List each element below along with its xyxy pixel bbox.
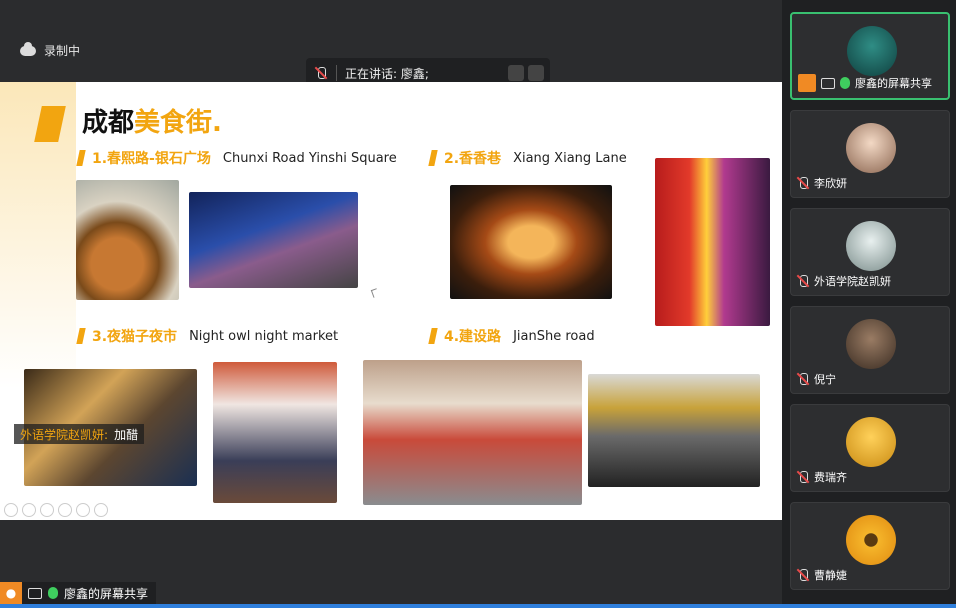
section-en: Chunxi Road Yinshi Square	[222, 150, 397, 166]
street-vendor-photo	[213, 362, 337, 503]
top-bar: 录制中 正在讲话: 廖鑫;	[0, 0, 782, 88]
section-2-heading: 2.香香巷 Xiang Xiang Lane	[428, 148, 627, 168]
share-tag-label: 廖鑫的屏幕共享	[64, 586, 149, 601]
annotation-action: 加醋	[114, 427, 139, 442]
participant-tile[interactable]: 倪宁	[790, 306, 950, 394]
divider	[336, 65, 337, 81]
mouse-cursor-icon	[370, 288, 380, 298]
section-cn: 4.建设路	[444, 329, 502, 345]
screen-share-icon	[821, 77, 835, 89]
annotation-label: 外语学院赵凯妍: 加醋	[14, 424, 145, 444]
participant-name: 曹静婕	[814, 569, 847, 582]
section-cn: 2.香香巷	[444, 151, 502, 167]
mic-active-icon	[48, 587, 58, 599]
mic-muted-icon	[797, 275, 809, 287]
title-main: 成都	[82, 108, 135, 138]
section-3-heading: 3.夜猫子夜市 Night owl night market	[76, 326, 339, 346]
mic-muted-icon	[797, 471, 809, 483]
section-marker	[76, 328, 86, 344]
shared-slide: 成都美食街. 1.春熙路-银石广场 Chunxi Road Yinshi Squ…	[0, 82, 782, 520]
jianshe-road-crossing-photo	[363, 360, 582, 505]
participant-label-row: 李欣妍	[797, 175, 847, 191]
section-1-heading: 1.春熙路-银石广场 Chunxi Road Yinshi Square	[76, 148, 397, 168]
section-cn: 1.春熙路-银石广场	[92, 151, 211, 167]
annotation-separator: :	[104, 427, 109, 442]
recording-indicator[interactable]: 录制中	[20, 41, 81, 59]
pen-icon[interactable]	[40, 503, 54, 517]
neon-signs-street-photo	[655, 158, 770, 326]
zoom-icon[interactable]	[76, 503, 90, 517]
avatar	[846, 221, 896, 271]
title-accent: 美食街	[134, 108, 213, 138]
cloud-icon	[20, 41, 36, 56]
next-slide-icon[interactable]	[22, 503, 36, 517]
participant-name: 外语学院赵凯妍	[814, 275, 891, 288]
menu-icon[interactable]	[58, 503, 72, 517]
participant-sidebar: 廖鑫的屏幕共享 李欣妍 外语学院赵凯妍 倪宁 费瑞齐 曹静婕	[782, 0, 956, 608]
participant-label-row: 费瑞齐	[797, 469, 847, 485]
annotate-icon[interactable]	[508, 65, 524, 81]
section-marker	[428, 150, 438, 166]
section-en: JianShe road	[513, 328, 595, 344]
annotation-author: 外语学院赵凯妍	[20, 427, 105, 442]
section-marker	[428, 328, 438, 344]
food-platter-photo	[76, 180, 179, 300]
xiangxiang-lane-gate-photo	[450, 185, 612, 299]
participant-tile[interactable]: 外语学院赵凯妍	[790, 208, 950, 296]
participant-name: 廖鑫的屏幕共享	[855, 77, 932, 90]
section-4-heading: 4.建设路 JianShe road	[428, 326, 595, 346]
mic-muted-icon	[797, 177, 809, 189]
section-marker	[76, 150, 86, 166]
more-icon[interactable]	[94, 503, 108, 517]
participant-label-row: 外语学院赵凯妍	[797, 273, 891, 289]
participant-tile[interactable]: 曹静婕	[790, 502, 950, 590]
prev-slide-icon[interactable]	[4, 503, 18, 517]
avatar	[846, 123, 896, 173]
chunxi-road-night-photo	[189, 192, 358, 288]
mic-muted-icon	[797, 373, 809, 385]
section-en: Night owl night market	[189, 328, 339, 344]
participant-name: 费瑞齐	[814, 471, 847, 484]
participant-name: 倪宁	[814, 373, 836, 386]
slide-title: 成都美食街.	[82, 102, 222, 139]
screen-share-tag: ● 廖鑫的屏幕共享	[0, 582, 157, 604]
avatar	[846, 515, 896, 565]
mic-muted-icon	[797, 569, 809, 581]
user-icon	[798, 74, 816, 92]
meeting-window: 录制中 正在讲话: 廖鑫; 成都美食街. 1.春熙路-银石广场 Chunxi R…	[0, 0, 956, 608]
avatar	[846, 417, 896, 467]
screen-share-icon	[28, 587, 42, 599]
participant-label-row: 曹静婕	[797, 567, 847, 583]
mic-active-icon	[840, 77, 850, 89]
crowded-street-photo	[588, 374, 760, 487]
participant-label-row: 廖鑫的屏幕共享	[798, 74, 932, 92]
slide-controls	[4, 503, 108, 517]
title-suffix: .	[212, 108, 222, 138]
participant-tile[interactable]: 费瑞齐	[790, 404, 950, 492]
participant-label-row: 倪宁	[797, 371, 836, 387]
section-cn: 3.夜猫子夜市	[92, 329, 178, 345]
participant-name: 李欣妍	[814, 177, 847, 190]
speaking-label: 正在讲话: 廖鑫;	[345, 66, 429, 81]
participant-tile[interactable]: 李欣妍	[790, 110, 950, 198]
user-icon: ●	[0, 582, 22, 604]
section-en: Xiang Xiang Lane	[513, 150, 627, 166]
recording-label: 录制中	[44, 44, 81, 58]
avatar	[846, 319, 896, 369]
participant-tile[interactable]: 廖鑫的屏幕共享	[790, 12, 950, 100]
window-bottom-accent	[0, 604, 956, 608]
undo-icon[interactable]	[528, 65, 544, 81]
avatar	[847, 26, 897, 76]
